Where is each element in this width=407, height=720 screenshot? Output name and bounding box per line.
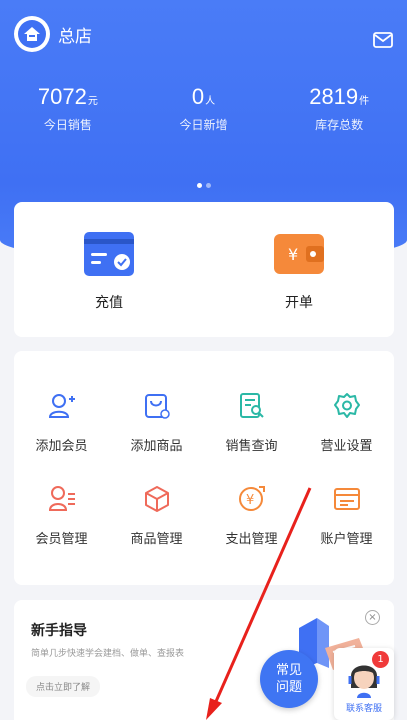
menu-item-product-management[interactable]: 商品管理 — [109, 484, 204, 547]
stat-label: 库存总数 — [315, 118, 364, 132]
menu-item-label: 营业设置 — [320, 439, 373, 454]
stat-inventory[interactable]: 2819件 库存总数 — [271, 84, 407, 133]
guide-title: 新手指导 — [31, 623, 87, 639]
stats-row: 7072元 今日销售 0人 今日新增 2819件 库存总数 — [0, 84, 407, 133]
stat-value: 2819 — [309, 84, 359, 109]
notification-badge: 1 — [372, 651, 389, 668]
stat-unit: 元 — [87, 96, 98, 107]
faq-label-line2: 问题 — [275, 680, 302, 695]
stat-unit: 件 — [359, 96, 370, 107]
menu-item-label: 添加会员 — [35, 439, 88, 454]
add-product-icon — [142, 391, 172, 425]
mail-icon[interactable] — [373, 32, 393, 52]
menu-item-label: 支出管理 — [225, 532, 278, 547]
member-manage-icon — [47, 484, 77, 518]
svg-text:¥: ¥ — [246, 493, 254, 508]
create-order-label: 开单 — [285, 295, 313, 311]
recharge-card-icon — [82, 230, 136, 282]
carousel-dots — [0, 183, 407, 188]
carousel-dot-active[interactable] — [196, 183, 202, 188]
stat-label: 今日销售 — [43, 118, 92, 132]
faq-label-line1: 常见 — [275, 663, 302, 678]
sales-query-icon — [237, 391, 267, 425]
svg-text:¥: ¥ — [288, 245, 298, 264]
stat-unit: 人 — [205, 96, 216, 107]
menu-item-label: 商品管理 — [130, 532, 183, 547]
menu-item-sales-query[interactable]: 销售查询 — [204, 391, 299, 454]
support-label: 联系客服 — [345, 704, 382, 714]
settings-gear-icon — [332, 391, 362, 425]
menu-item-expense-management[interactable]: ¥ 支出管理 — [204, 484, 299, 547]
product-box-icon — [142, 484, 172, 518]
menu-item-account-management[interactable]: 账户管理 — [299, 484, 394, 547]
store-logo-icon — [14, 16, 50, 52]
menu-item-add-member[interactable]: 添加会员 — [14, 391, 109, 454]
menu-item-add-product[interactable]: 添加商品 — [109, 391, 204, 454]
store-selector[interactable]: 总店 — [14, 16, 92, 52]
recharge-button[interactable]: 充值 — [14, 202, 204, 337]
menu-item-label: 会员管理 — [35, 532, 88, 547]
stat-value: 0 — [191, 84, 205, 109]
store-name: 总店 — [58, 26, 92, 47]
menu-item-member-management[interactable]: 会员管理 — [14, 484, 109, 547]
create-order-button[interactable]: ¥ 开单 — [204, 202, 394, 337]
add-member-icon — [47, 391, 77, 425]
recharge-label: 充值 — [95, 295, 123, 311]
account-icon — [332, 484, 362, 518]
menu-item-label: 添加商品 — [130, 439, 183, 454]
quick-actions-card: 充值 ¥ 开单 — [14, 202, 394, 337]
guide-description: 简单几步快速学会建档、做单、查报表 — [31, 649, 185, 659]
carousel-dot[interactable] — [205, 183, 211, 188]
faq-button[interactable]: 常见 问题 — [260, 650, 318, 708]
menu-item-business-settings[interactable]: 营业设置 — [299, 391, 394, 454]
function-menu-card: 添加会员 添加商品 销售查询 营业设置 会员管理 商品管理 ¥ 支出管理 账户管… — [14, 351, 394, 585]
wallet-order-icon: ¥ — [272, 230, 326, 282]
stat-today-sales[interactable]: 7072元 今日销售 — [0, 84, 136, 133]
expense-icon: ¥ — [237, 484, 267, 518]
menu-item-label: 账户管理 — [320, 532, 373, 547]
stat-value: 7072 — [37, 84, 87, 109]
stat-new-members[interactable]: 0人 今日新增 — [136, 84, 272, 133]
stat-label: 今日新增 — [179, 118, 228, 132]
guide-learn-more-button[interactable]: 点击立即了解 — [26, 676, 101, 697]
menu-item-label: 销售查询 — [225, 439, 278, 454]
